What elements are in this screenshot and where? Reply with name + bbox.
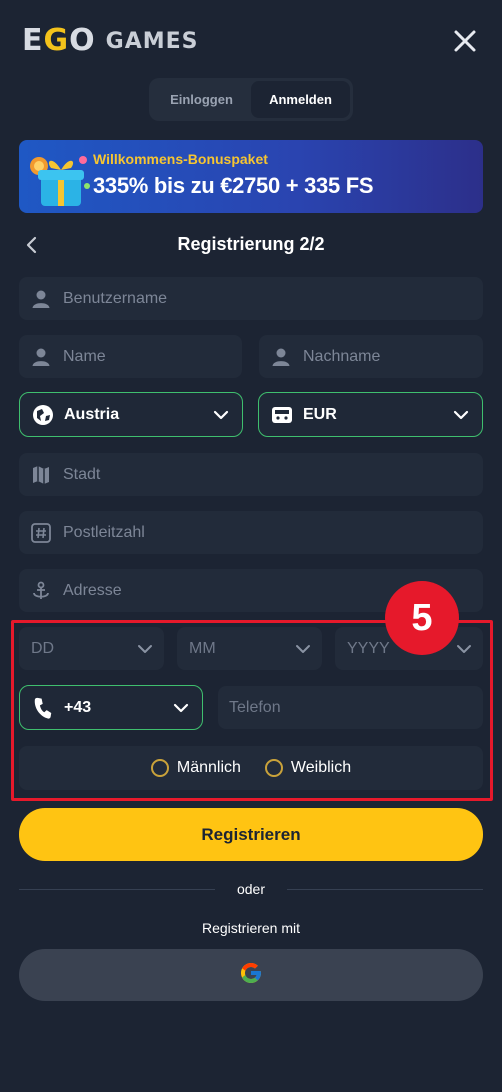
city-field[interactable]: Stadt — [19, 453, 483, 496]
country-value: Austria — [64, 405, 120, 423]
google-icon — [239, 961, 263, 990]
user-icon — [271, 347, 291, 367]
currency-icon — [271, 404, 293, 426]
name-field[interactable]: Name — [19, 335, 242, 378]
header: E G O GAMES — [22, 22, 480, 62]
logo-ego: E G O — [22, 23, 95, 58]
tab-register[interactable]: Anmelden — [251, 81, 350, 118]
logo-letter-e: E — [22, 23, 42, 58]
close-icon[interactable] — [450, 26, 480, 56]
step-number-badge: 5 — [385, 581, 459, 655]
banner-title: Willkommens-Bonuspaket — [93, 151, 268, 167]
hashtag-icon — [31, 522, 51, 543]
register-button[interactable]: Registrieren — [19, 808, 483, 861]
username-placeholder: Benutzername — [63, 289, 168, 307]
welcome-bonus-banner[interactable]: Willkommens-Bonuspaket 335% bis zu €2750… — [19, 140, 483, 213]
google-signup-button[interactable] — [19, 949, 483, 1001]
username-field[interactable]: Benutzername — [19, 277, 483, 320]
auth-tabs: Einloggen Anmelden — [149, 78, 353, 121]
or-divider: oder — [19, 878, 483, 902]
zip-placeholder: Postleitzahl — [63, 523, 145, 541]
name-placeholder: Name — [63, 347, 106, 365]
tab-login[interactable]: Einloggen — [152, 81, 251, 118]
chevron-down-icon — [452, 406, 470, 424]
map-icon — [31, 465, 51, 485]
address-placeholder: Adresse — [63, 581, 122, 599]
city-placeholder: Stadt — [63, 465, 101, 483]
user-icon — [31, 347, 51, 367]
step-title: Registrierung 2/2 — [177, 234, 325, 254]
logo-games-text: GAMES — [105, 28, 199, 54]
globe-icon — [32, 404, 54, 426]
country-select[interactable]: Austria — [19, 392, 243, 437]
divider-line — [287, 889, 483, 890]
chevron-down-icon — [212, 406, 230, 424]
ego-games-logo[interactable]: E G O GAMES — [22, 24, 199, 58]
registration-step-header: Registrierung 2/2 — [22, 230, 480, 260]
user-icon — [31, 289, 51, 309]
surname-placeholder: Nachname — [303, 347, 381, 365]
logo-letter-g: G — [43, 23, 69, 58]
currency-value: EUR — [303, 405, 337, 423]
register-with-label: Registrieren mit — [201, 920, 301, 936]
logo-letter-o: O — [69, 23, 94, 58]
anchor-icon — [31, 581, 51, 601]
banner-offer: 335% bis zu €2750 + 335 FS — [93, 173, 374, 198]
surname-field[interactable]: Nachname — [259, 335, 483, 378]
zip-field[interactable]: Postleitzahl — [19, 511, 483, 554]
currency-select[interactable]: EUR — [258, 392, 483, 437]
gift-box-icon — [25, 146, 97, 210]
